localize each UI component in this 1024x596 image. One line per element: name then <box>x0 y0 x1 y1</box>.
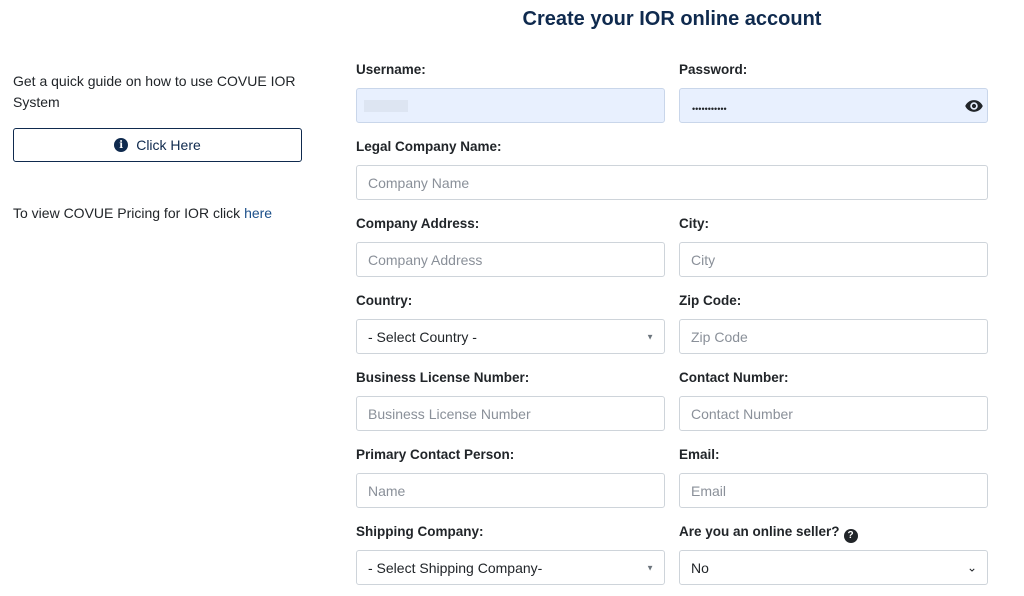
guide-text: Get a quick guide on how to use COVUE IO… <box>13 73 296 110</box>
caret-down-icon: ▼ <box>646 563 654 572</box>
license-input[interactable] <box>356 396 665 431</box>
company-address-label: Company Address: <box>356 216 480 231</box>
question-circle-icon[interactable]: ? <box>843 528 858 543</box>
primary-contact-label: Primary Contact Person: <box>356 447 515 462</box>
pricing-text: To view COVUE Pricing for IOR click here <box>13 205 272 221</box>
online-seller-label-row: Are you an online seller?? <box>679 524 858 543</box>
zip-label: Zip Code: <box>679 293 742 308</box>
pricing-link[interactable]: here <box>244 205 272 221</box>
shipping-select[interactable]: - Select Shipping Company- ▼ <box>356 550 665 585</box>
caret-down-icon: ▼ <box>646 332 654 341</box>
shipping-select-value: - Select Shipping Company- <box>368 559 543 576</box>
shipping-label: Shipping Company: <box>356 524 484 539</box>
online-seller-select[interactable]: No ⌄ <box>679 550 988 585</box>
password-label: Password: <box>679 62 748 77</box>
online-seller-select-value: No <box>691 559 709 576</box>
username-value-redacted <box>364 100 408 112</box>
company-address-input[interactable] <box>356 242 665 277</box>
email-input[interactable] <box>679 473 988 508</box>
guide-button-label: Click Here <box>136 137 201 153</box>
contact-number-label: Contact Number: <box>679 370 789 385</box>
zip-input[interactable] <box>679 319 988 354</box>
country-label: Country: <box>356 293 413 308</box>
country-select-value: - Select Country - <box>368 328 477 345</box>
email-label: Email: <box>679 447 720 462</box>
info-icon: i <box>114 138 129 152</box>
username-label: Username: <box>356 62 426 77</box>
contact-number-input[interactable] <box>679 396 988 431</box>
chevron-down-icon: ⌄ <box>966 559 977 574</box>
guide-button[interactable]: i Click Here <box>13 128 302 162</box>
pricing-text-label: To view COVUE Pricing for IOR click <box>13 205 245 221</box>
eye-icon[interactable] <box>964 96 984 116</box>
legal-company-label: Legal Company Name: <box>356 139 502 154</box>
city-input[interactable] <box>679 242 988 277</box>
page-title: Create your IOR online account <box>522 8 822 30</box>
legal-company-input[interactable] <box>356 165 988 200</box>
primary-contact-input[interactable] <box>356 473 665 508</box>
online-seller-label: Are you an online seller? <box>679 524 840 539</box>
password-field[interactable] <box>679 88 988 123</box>
country-select[interactable]: - Select Country - ▼ <box>356 319 665 354</box>
city-label: City: <box>679 216 709 231</box>
license-label: Business License Number: <box>356 370 530 385</box>
